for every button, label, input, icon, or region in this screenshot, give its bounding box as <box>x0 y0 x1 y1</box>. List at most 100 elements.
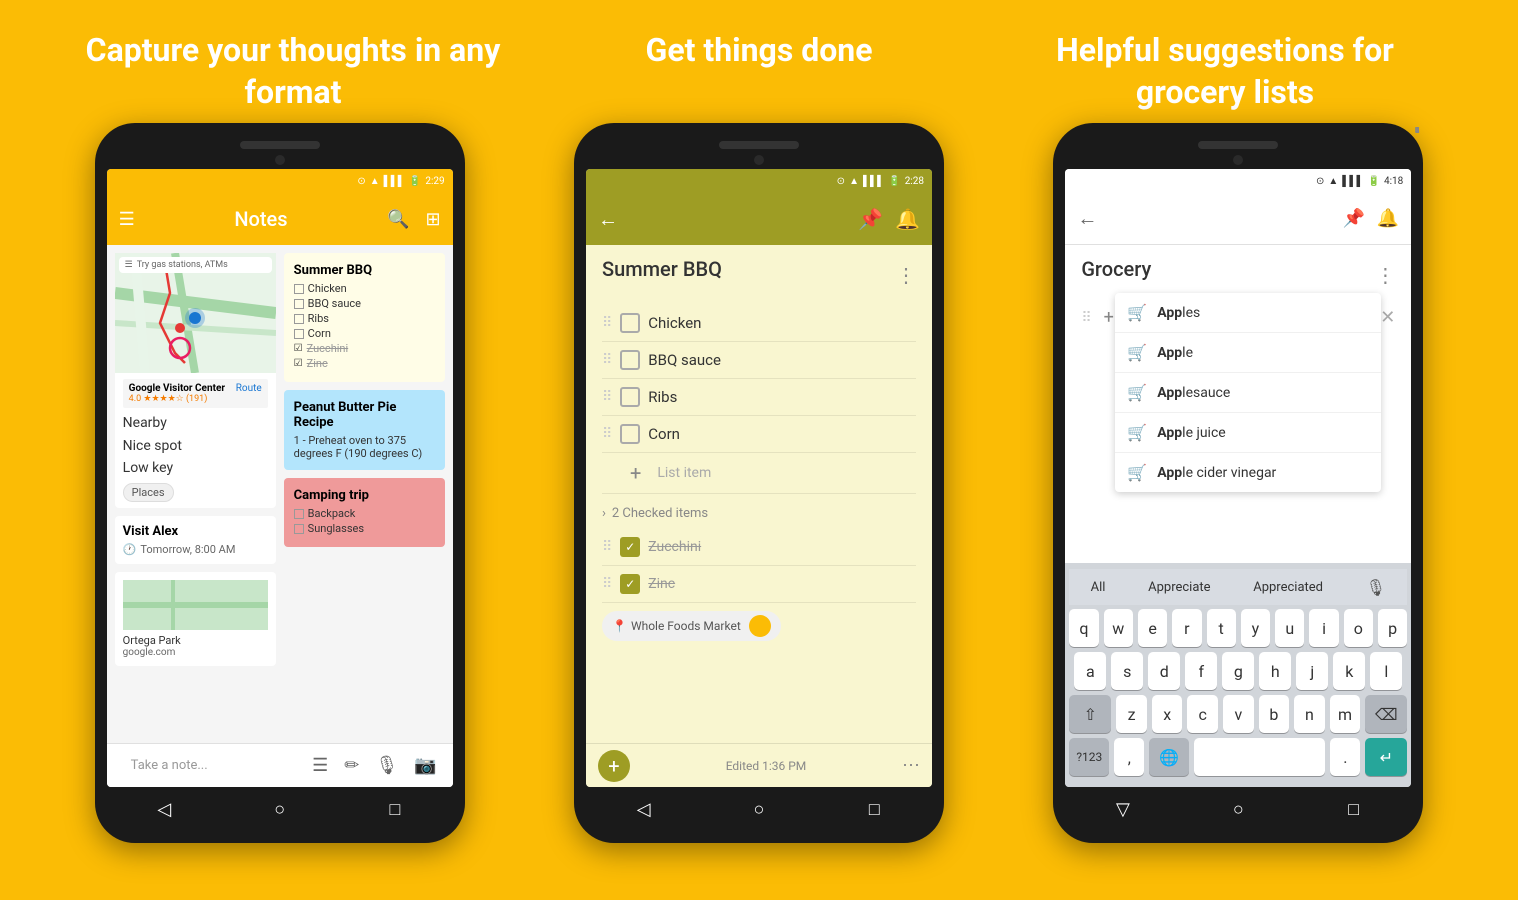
mic-icon-kb[interactable]: 🎙 <box>1366 578 1386 597</box>
key-n[interactable]: n <box>1294 695 1325 733</box>
suggestion-apple[interactable]: 🛒 Apple <box>1115 333 1381 373</box>
key-u[interactable]: u7 <box>1275 609 1304 647</box>
edited-text: Edited 1:36 PM <box>726 759 807 773</box>
key-k[interactable]: k <box>1333 652 1365 690</box>
reminder-icon[interactable]: 🔔 <box>895 207 920 231</box>
key-z[interactable]: z <box>1116 695 1147 733</box>
bbq-item-2: BBQ sauce <box>294 297 435 310</box>
key-l[interactable]: l <box>1370 652 1402 690</box>
phone-3-nav: ▽ ○ □ <box>1065 787 1411 825</box>
battery-icon-2: 🔋 <box>888 176 900 187</box>
battery-icon-1: 🔋 <box>409 176 421 187</box>
kb-suggest-appreciate[interactable]: Appreciate <box>1148 580 1210 595</box>
checked-item-zinc[interactable]: ⠿ ✓ Zinc <box>602 566 916 603</box>
visit-alex-card[interactable]: Visit Alex 🕐 Tomorrow, 8:00 AM <box>115 516 276 564</box>
recent-btn-1[interactable]: □ <box>383 797 407 821</box>
camping-card[interactable]: Camping trip Backpack Sunglasses <box>284 478 445 547</box>
suggestion-applesauce[interactable]: 🛒 Applesauce <box>1115 373 1381 413</box>
key-j[interactable]: j <box>1296 652 1328 690</box>
back-arrow-icon-3[interactable]: ← <box>1077 206 1097 231</box>
places-tag[interactable]: Places <box>123 483 174 502</box>
todo-item-bbq[interactable]: ⠿ BBQ sauce <box>602 342 916 379</box>
key-x[interactable]: x <box>1152 695 1183 733</box>
pin-icon-3[interactable]: 📌 <box>1342 208 1364 229</box>
todo-add-btn[interactable]: + <box>598 750 630 782</box>
key-w[interactable]: w2 <box>1104 609 1133 647</box>
todo-more-btn[interactable]: ⋯ <box>902 755 920 776</box>
key-comma[interactable]: , <box>1114 738 1144 776</box>
key-period[interactable]: . <box>1330 738 1360 776</box>
add-item-icon[interactable]: + <box>1104 307 1114 328</box>
home-btn-2[interactable]: ○ <box>747 797 771 821</box>
key-b[interactable]: b <box>1259 695 1290 733</box>
key-enter[interactable]: ↵ <box>1365 738 1407 776</box>
key-y[interactable]: y6 <box>1241 609 1270 647</box>
home-btn-1[interactable]: ○ <box>268 797 292 821</box>
clock-icon: 🕐 <box>123 543 137 556</box>
recent-btn-3[interactable]: □ <box>1342 797 1366 821</box>
key-t[interactable]: t5 <box>1207 609 1236 647</box>
pin-icon[interactable]: 📌 <box>858 207 883 231</box>
peanut-butter-card[interactable]: Peanut Butter Pie Recipe 1 - Preheat ove… <box>284 390 445 470</box>
key-m[interactable]: m <box>1330 695 1361 733</box>
key-globe[interactable]: 🌐 <box>1149 738 1189 776</box>
pb-text: 1 - Preheat oven to 375 degrees F (190 d… <box>294 434 435 460</box>
suggestion-apple-juice[interactable]: 🛒 Apple juice <box>1115 413 1381 453</box>
status-bar-3: ⊙ ▲ ▌▌▌ 🔋 4:18 <box>1065 169 1411 193</box>
checklist-icon[interactable]: ☰ <box>312 755 328 776</box>
suggestion-apples[interactable]: 🛒 Apples <box>1115 293 1381 333</box>
kb-suggest-appreciated[interactable]: Appreciated <box>1253 580 1323 595</box>
more-options-icon[interactable]: ⋮ <box>896 263 916 287</box>
back-btn-3[interactable]: ▽ <box>1111 797 1135 821</box>
suggestion-apple-cider[interactable]: 🛒 Apple cider vinegar <box>1115 453 1381 492</box>
key-h[interactable]: h <box>1259 652 1291 690</box>
reminder-icon-3[interactable]: 🔔 <box>1377 208 1399 229</box>
key-r[interactable]: r4 <box>1172 609 1201 647</box>
route-btn[interactable]: Route <box>236 383 262 394</box>
key-123[interactable]: ?123 <box>1069 738 1109 776</box>
pen-icon[interactable]: ✏ <box>344 755 359 776</box>
camera-icon[interactable]: 📷 <box>414 755 436 776</box>
home-btn-3[interactable]: ○ <box>1226 797 1250 821</box>
back-btn-2[interactable]: ◁ <box>632 797 656 821</box>
summer-bbq-card[interactable]: Summer BBQ Chicken BBQ sauce Ribs Corn ☑… <box>284 253 445 382</box>
key-p[interactable]: p0 <box>1378 609 1407 647</box>
key-s[interactable]: s <box>1111 652 1143 690</box>
key-shift[interactable]: ⇧ <box>1069 695 1111 733</box>
key-e[interactable]: e3 <box>1138 609 1167 647</box>
kb-suggest-all[interactable]: All <box>1091 580 1106 595</box>
key-g[interactable]: g <box>1222 652 1254 690</box>
key-a[interactable]: a <box>1074 652 1106 690</box>
recent-btn-2[interactable]: □ <box>862 797 886 821</box>
hamburger-icon[interactable]: ☰ <box>119 209 135 230</box>
wfm-location-tag[interactable]: 📍 Whole Foods Market <box>602 611 781 641</box>
grid-icon[interactable]: ⊞ <box>426 209 441 230</box>
mic-icon[interactable]: 🎙 <box>375 755 398 776</box>
key-o[interactable]: o9 <box>1344 609 1373 647</box>
key-q[interactable]: q1 <box>1069 609 1098 647</box>
map-note-card[interactable]: ☰ Try gas stations, ATMs Google Visitor … <box>115 253 276 508</box>
back-arrow-icon[interactable]: ← <box>598 207 618 232</box>
ortega-card[interactable]: Ortega Park google.com <box>115 572 276 666</box>
todo-item-chicken[interactable]: ⠿ Chicken <box>602 305 916 342</box>
key-f[interactable]: f <box>1185 652 1217 690</box>
phone-3-screen: ⊙ ▲ ▌▌▌ 🔋 4:18 ← 📌 🔔 <box>1065 169 1411 787</box>
camping-item-1: Backpack <box>294 507 435 520</box>
key-c[interactable]: c <box>1187 695 1218 733</box>
todo-item-corn[interactable]: ⠿ Corn <box>602 416 916 453</box>
key-i[interactable]: i8 <box>1309 609 1338 647</box>
take-note-placeholder[interactable]: Take a note... <box>131 758 304 773</box>
key-v[interactable]: v <box>1223 695 1254 733</box>
key-backspace[interactable]: ⌫ <box>1365 695 1407 733</box>
back-btn-1[interactable]: ◁ <box>152 797 176 821</box>
checked-item-zucchini[interactable]: ⠿ ✓ Zucchini <box>602 529 916 566</box>
key-d[interactable]: d <box>1148 652 1180 690</box>
clear-input-icon[interactable]: ✕ <box>1380 307 1395 328</box>
camping-item-2: Sunglasses <box>294 522 435 535</box>
search-icon[interactable]: 🔍 <box>387 209 409 230</box>
more-options-icon-3[interactable]: ⋮ <box>1375 263 1395 287</box>
todo-item-ribs[interactable]: ⠿ Ribs <box>602 379 916 416</box>
add-list-item[interactable]: + List item <box>602 453 916 494</box>
checked-items-divider[interactable]: › 2 Checked items <box>602 494 916 529</box>
key-space[interactable] <box>1194 738 1325 776</box>
